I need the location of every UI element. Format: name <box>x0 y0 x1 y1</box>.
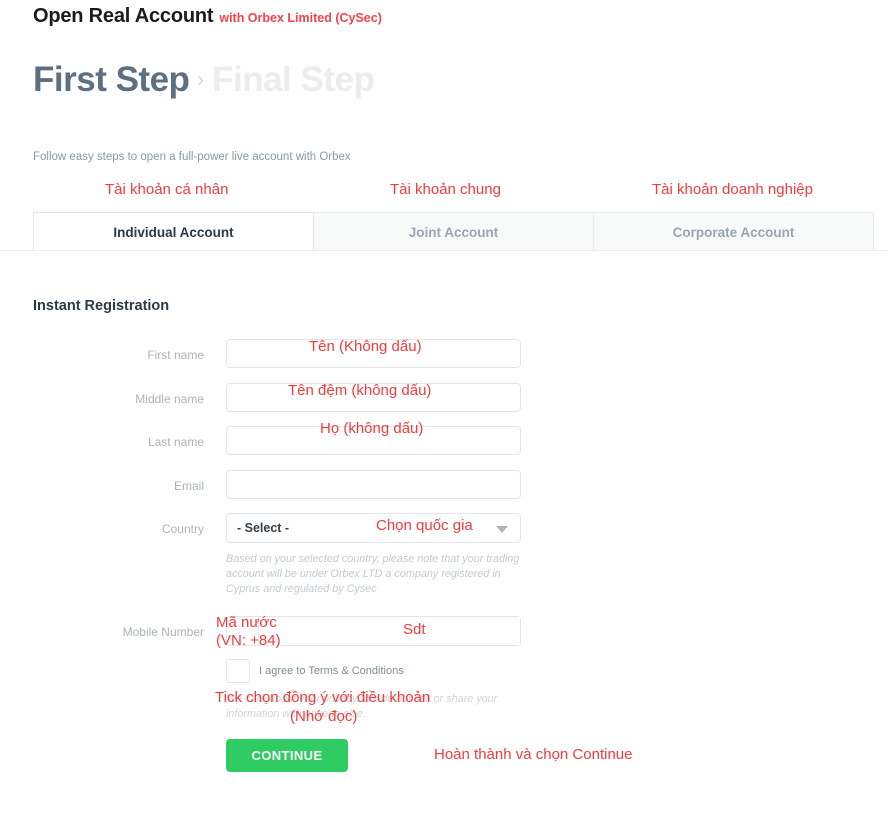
intro-text: Follow easy steps to open a full-power l… <box>33 151 351 163</box>
mobile-number-label: Mobile Number <box>122 625 204 639</box>
last-name-input[interactable] <box>226 426 521 455</box>
privacy-note: We care about your privacy. We do not se… <box>226 693 498 720</box>
annotation-tab-corporate: Tài khoản doanh nghiệp <box>652 181 813 198</box>
tab-joint-account[interactable]: Joint Account <box>314 212 594 251</box>
tab-individual-account-label: Individual Account <box>113 224 234 240</box>
tabs-divider <box>0 250 888 251</box>
country-select[interactable]: - Select - <box>226 513 521 543</box>
first-name-label: First name <box>147 348 204 362</box>
page-header: Open Real Account with Orbex Limited (CyS… <box>33 5 382 28</box>
page-title: Open Real Account <box>33 5 214 27</box>
annotation-continue: Hoàn thành và chọn Continue <box>434 746 633 763</box>
last-name-label: Last name <box>147 435 204 449</box>
registration-page: Open Real Account with Orbex Limited (CyS… <box>0 0 888 815</box>
first-name-input[interactable] <box>226 339 521 368</box>
terms-checkbox-label: I agree to Terms & Conditions <box>259 665 404 677</box>
annotation-tab-joint: Tài khoản chung <box>390 181 501 198</box>
account-type-tabs: Individual Account Joint Account Corpora… <box>33 212 874 251</box>
mobile-number-group <box>226 616 521 646</box>
email-label: Email <box>173 479 204 493</box>
chevron-right-icon: › <box>197 69 205 91</box>
annotation-tab-individual: Tài khoản cá nhân <box>105 181 229 198</box>
terms-checkbox[interactable] <box>226 659 250 683</box>
phone-number-input[interactable] <box>259 617 520 645</box>
tab-individual-account[interactable]: Individual Account <box>33 212 314 251</box>
chevron-down-icon <box>496 526 508 533</box>
section-title: Instant Registration <box>33 298 170 314</box>
country-select-value: - Select - <box>237 521 290 535</box>
step-indicator: First Step › Final Step <box>33 60 375 100</box>
country-code-input[interactable] <box>227 617 259 645</box>
middle-name-label: Middle name <box>135 392 204 406</box>
tab-corporate-account-label: Corporate Account <box>672 224 795 240</box>
email-input[interactable] <box>226 470 521 499</box>
continue-button[interactable]: CONTINUE <box>226 739 348 772</box>
page-subtitle: with Orbex Limited (CySec) <box>219 11 382 25</box>
country-helper-text: Based on your selected country, please n… <box>226 553 520 595</box>
middle-name-input[interactable] <box>226 383 521 412</box>
step-final-label: Final Step <box>212 60 375 99</box>
country-label: Country <box>161 522 204 536</box>
step-first-label: First Step <box>33 60 190 99</box>
tab-joint-account-label: Joint Account <box>408 224 499 240</box>
tab-corporate-account[interactable]: Corporate Account <box>594 212 874 251</box>
